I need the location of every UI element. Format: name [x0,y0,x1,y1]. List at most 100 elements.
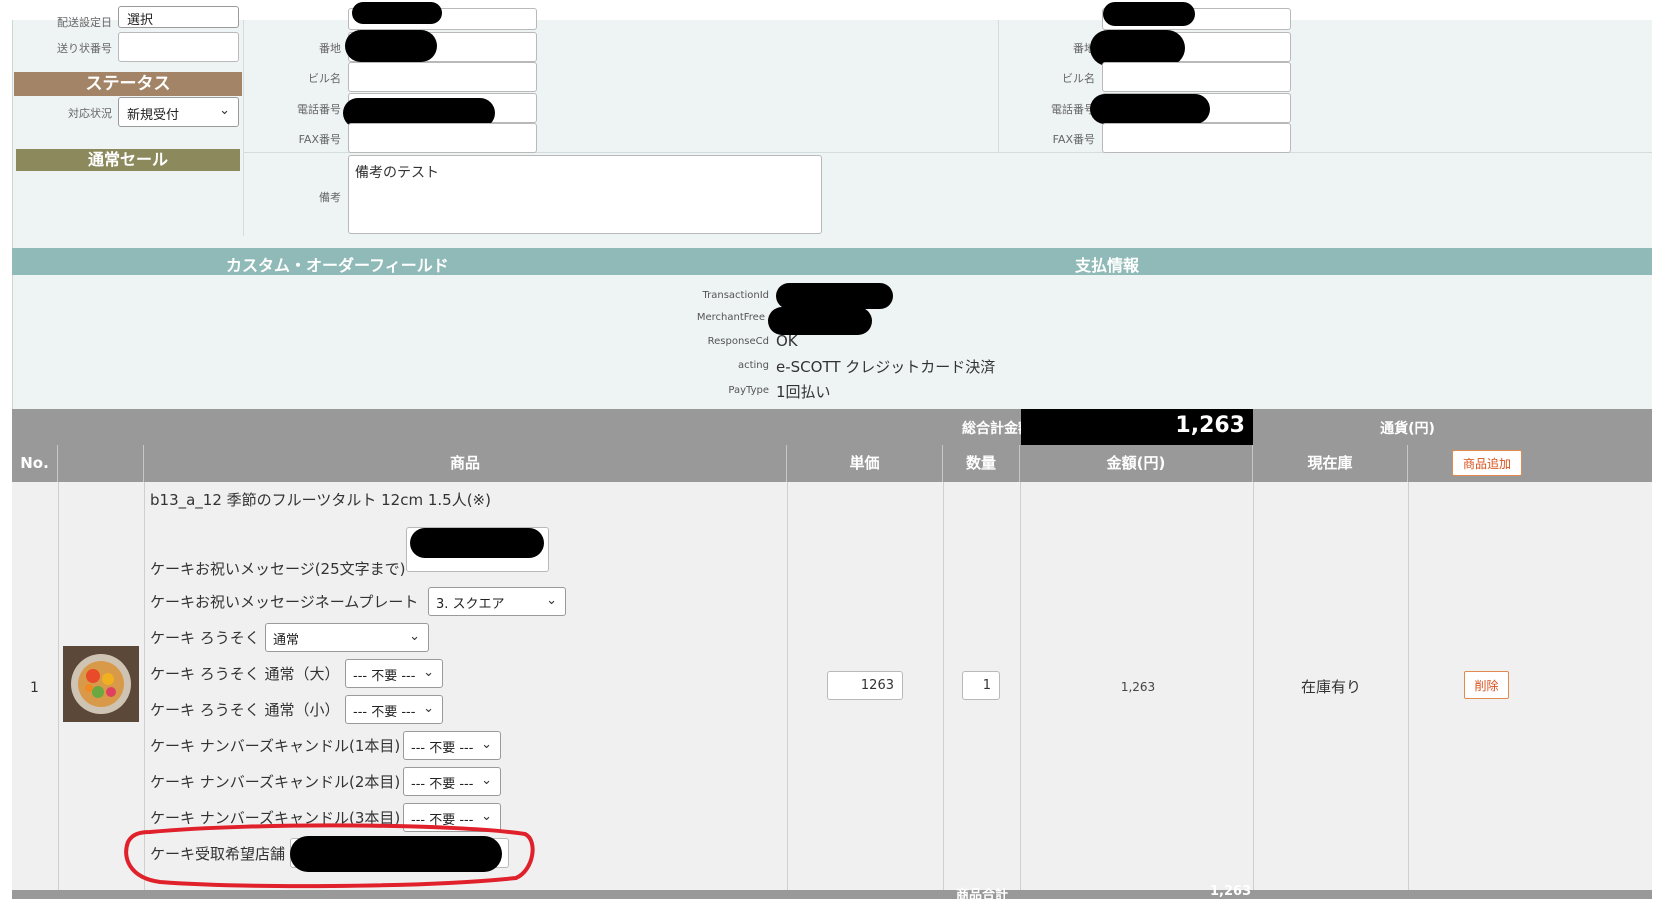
fax-label: FAX番号 [298,133,341,146]
select-value: --- 不要 --- [411,777,474,792]
select-value: 3. スクエア [436,597,505,612]
fruit-tart-image [63,646,139,722]
section-header-bar: カスタム・オーダーフィールド 支払情報 [12,248,1652,275]
column-divider [243,20,244,236]
payment-value: 1回払い [776,383,831,401]
tracking-number-label: 送り状番号 [57,42,112,55]
note-value: 備考のテスト [355,165,439,181]
currency-label: 通貨(円) [1380,421,1435,437]
unit-price-input[interactable]: 1263 [827,671,903,700]
stock-status: 在庫有り [1300,678,1361,696]
col-divider [1020,482,1021,892]
chevron-down-icon: ⌄ [219,103,230,118]
order-edit-page: 配送設定日 選択 送り状番号 ステータス 対応状況 新規受付 ⌄ 通常セール 番… [0,0,1655,903]
product-name: b13_a_12 季節のフルーツタルト 12cm 1.5人(※) [150,491,491,509]
select-value: --- 不要 --- [353,669,416,684]
phone-label: 電話番号 [1051,103,1095,116]
candle-large-select[interactable]: --- 不要 --- ⌄ [345,659,443,688]
status-section-title: ステータス [14,72,242,96]
note-textarea[interactable]: 備考のテスト [348,155,822,234]
delivery-date-label: 配送設定日 [57,16,112,29]
building-input[interactable] [348,62,537,92]
chevron-down-icon: ⌄ [481,737,492,752]
redaction-mark [345,30,437,62]
fax-input[interactable] [348,123,537,153]
col-divider [1408,482,1409,892]
product-thumbnail [63,646,139,722]
payment-key: TransactionId [702,290,769,301]
redaction-mark [1090,94,1210,124]
select-value: 通常 [273,633,300,648]
chevron-down-icon: ⌄ [423,665,434,680]
col-divider [787,482,788,892]
header-item: 商品 [144,445,787,482]
option-label: ケーキお祝いメッセージ(25文字まで) [150,560,406,578]
redaction-mark [410,528,544,558]
building-label: ビル名 [308,72,341,85]
number-candle-2-select[interactable]: --- 不要 --- ⌄ [403,767,501,796]
note-label: 備考 [319,191,341,204]
select-value: --- 不要 --- [353,705,416,720]
phone-label: 電話番号 [297,103,341,116]
header-image [58,445,144,482]
qty-input[interactable]: 1 [962,671,1000,700]
totals-row: 総合計金額 1,263 通貨(円) [12,409,1652,445]
tracking-number-input[interactable] [118,32,239,62]
col-divider [943,482,944,892]
option-label: ケーキ ナンバーズキャンドル(1本目) [150,737,401,755]
redaction-mark [768,307,872,335]
redaction-mark [352,2,442,24]
col-divider [58,482,59,892]
highlight-circle [124,823,535,889]
header-stock: 現在庫 [1253,445,1408,482]
payment-key: ResponseCd [707,336,769,347]
number-candle-1-select[interactable]: --- 不要 --- ⌄ [403,731,501,760]
delivery-date-value: 選択 [127,13,154,28]
fax-input[interactable] [1102,123,1291,153]
header-qty: 数量 [943,445,1020,482]
sale-section-title: 通常セール [16,149,240,171]
redaction-mark [776,283,893,309]
items-table-header: No. 商品 単価 数量 金額(円) 現在庫 [12,445,1652,482]
select-value: --- 不要 --- [411,741,474,756]
chevron-down-icon: ⌄ [423,701,434,716]
status-select-value: 新規受付 [127,108,180,123]
add-item-button[interactable]: 商品追加 [1452,450,1522,476]
building-input[interactable] [1102,62,1291,92]
building-label: ビル名 [1062,72,1095,85]
subtotal-label: 商品合計 [956,888,1009,903]
header-no: No. [12,445,58,482]
option-label: ケーキお祝いメッセージネームプレート [150,593,419,611]
payment-info-section-title: 支払情報 [1075,256,1140,275]
option-label: ケーキ ろうそく [150,629,260,647]
redaction-mark [1103,2,1195,26]
subtotal-row: 商品合計 1,263 [12,884,1652,903]
payment-value: e-SCOTT クレジットカード決済 [776,358,996,376]
chevron-down-icon: ⌄ [546,593,557,608]
fax-label: FAX番号 [1052,133,1095,146]
subtotal-value: 1,263 [1210,884,1252,899]
amount-value: 1,263 [1120,680,1156,694]
delivery-date-select[interactable]: 選択 [118,6,239,28]
payment-value: OK [776,332,798,350]
address-banchi-label: 番地 [319,42,341,55]
candle-small-select[interactable]: --- 不要 --- ⌄ [345,695,443,724]
payment-key: acting [737,360,769,371]
status-select[interactable]: 新規受付 ⌄ [118,97,239,127]
header-actions [1408,445,1652,482]
option-label: ケーキ ろうそく 通常（大） [150,665,340,683]
chevron-down-icon: ⌄ [409,629,420,644]
chevron-down-icon: ⌄ [481,773,492,788]
grand-total-label: 総合計金額 [962,421,1032,437]
col-divider [1253,482,1254,892]
nameplate-select[interactable]: 3. スクエア ⌄ [428,587,566,616]
grand-total-value: 1,263 [1021,409,1253,445]
delete-button[interactable]: 削除 [1464,671,1509,699]
header-amount: 金額(円) [1020,445,1253,482]
address-banchi-label: 番地 [1073,42,1095,55]
candle-select[interactable]: 通常 ⌄ [265,623,429,652]
header-unit-price: 単価 [787,445,943,482]
option-label: ケーキ ろうそく 通常（小） [150,701,340,719]
payment-key: MerchantFree [696,312,765,323]
option-label: ケーキ ナンバーズキャンドル(2本目) [150,773,401,791]
